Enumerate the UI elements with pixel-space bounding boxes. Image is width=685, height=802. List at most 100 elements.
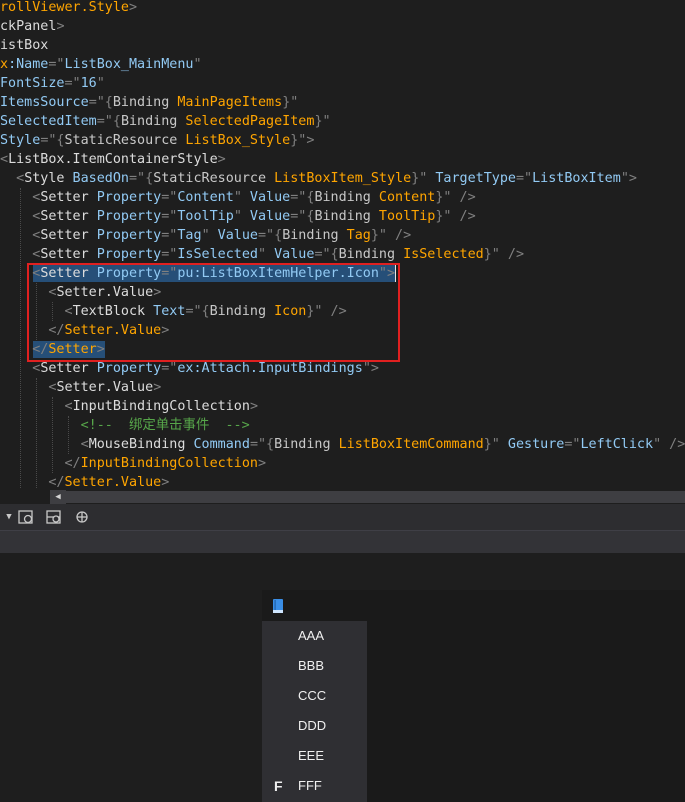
code-line: <ListBox.ItemContainerStyle> [0,150,226,169]
list-item[interactable]: EEE [262,741,367,771]
code-token: < [0,247,41,262]
code-token: }" [314,114,331,129]
code-token: MouseBinding [88,437,186,452]
code-line: <!-- 绑定单击事件 --> [0,416,250,435]
code-token: Command [185,437,250,452]
code-token: Binding [338,247,396,262]
split-view-icon[interactable] [45,508,63,526]
code-token: < [0,171,25,186]
code-token: 16 [80,76,97,91]
code-token: ="{ [314,247,339,262]
code-token: Setter [40,247,89,262]
code-token: FontSize [0,76,65,91]
code-token: ToolTip [177,209,234,224]
code-token: < [0,228,41,243]
code-token: Value [266,247,315,262]
list-item[interactable]: BBB [262,651,367,681]
code-token: SelectedItem [0,114,97,129]
code-token: InputBindingCollection [72,399,250,414]
code-token: Binding [282,228,339,243]
code-line: </InputBindingCollection> [0,454,266,473]
code-token: Property [88,361,162,376]
code-token: < [0,190,41,205]
code-line: <Setter Property="IsSelected" Value="{Bi… [0,245,524,264]
code-token: ToolTip [370,209,436,224]
code-token: Binding [112,95,170,110]
item-label: DDD [298,718,327,733]
code-token: }" [435,209,452,224]
code-token: Style [24,171,65,186]
item-label: EEE [298,748,325,763]
designer-view-icon[interactable] [17,508,35,526]
scroll-left-arrow-icon[interactable]: ◀ [50,490,66,504]
list-item[interactable]: AAA [262,621,367,651]
code-token: =" [516,171,533,186]
code-token: }" [483,437,500,452]
code-token: =" [161,209,178,224]
xaml-view-icon[interactable] [73,508,91,526]
code-token: =" [161,190,178,205]
item-icon: F [274,778,283,794]
code-token: Setter [40,361,89,376]
code-token: SelectedPageItem [177,114,315,129]
scrollbar-thumb[interactable] [66,491,685,503]
code-token: " [233,190,242,205]
code-token: Tag [338,228,371,243]
code-line: istBox [0,36,48,55]
code-token: ItemsSource [0,95,89,110]
code-token: Binding [314,209,371,224]
code-token: ListBoxItemCommand [330,437,484,452]
code-token: Content [177,190,234,205]
code-token: Property [88,228,162,243]
dropdown-arrow-icon[interactable]: ▼ [0,508,18,526]
code-token: ListBoxItem [532,171,621,186]
red-highlight-box [27,263,400,362]
code-token: /> [499,247,525,262]
book-icon [270,598,286,614]
code-token: < [0,209,41,224]
code-token: Value [209,228,258,243]
list-item[interactable]: F FFF [262,771,367,801]
code-token: Setter [40,209,89,224]
code-token: Tag [177,228,202,243]
code-token: > [217,152,226,167]
code-token: Property [88,209,162,224]
code-line: FontSize="16" [0,74,105,93]
code-token: " [233,209,242,224]
code-token: > [258,456,267,471]
list-item[interactable]: DDD [262,711,367,741]
code-token: ="{ [96,114,121,129]
code-token: ="{ [129,171,154,186]
code-line: <MouseBinding Command="{Binding ListBoxI… [0,435,685,454]
tab-strip [0,531,685,553]
code-token: rollViewer.Style [0,0,129,15]
code-token: ListBox.ItemContainerStyle [8,152,218,167]
code-token: ex:Attach.InputBindings [177,361,363,376]
code-line: </Setter.Value> [0,473,169,490]
code-line: <Setter.Value> [0,378,161,397]
code-token: IsSelected [395,247,484,262]
code-token: Property [88,247,162,262]
code-token: =" [564,437,581,452]
code-line: <Setter Property="Tag" Value="{Binding T… [0,226,411,245]
code-line: Style="{StaticResource ListBox_Style}"> [0,131,314,150]
main-menu-listbox[interactable]: AAA BBB CCC DDD EEE F FFF [262,621,367,802]
code-token: }" [282,95,299,110]
code-token: " [653,437,662,452]
code-token: x [0,57,9,72]
code-token: Property [88,190,162,205]
code-token: StaticResource [64,133,178,148]
code-token: =" [161,228,178,243]
code-token: =" [161,247,178,262]
code-token: < [0,399,73,414]
code-token: Content [370,190,436,205]
code-token: Gesture [499,437,565,452]
xaml-code-editor[interactable]: rollViewer.Style> ckPanel> istBox x:Name="L… [0,0,685,490]
code-token: Binding [314,190,371,205]
code-line: SelectedItem="{Binding SelectedPageItem}… [0,112,331,131]
code-token: Binding [274,437,331,452]
code-token: /> [451,209,476,224]
list-item[interactable]: CCC [262,681,367,711]
code-token: > [56,19,65,34]
code-token: :Name [8,57,49,72]
